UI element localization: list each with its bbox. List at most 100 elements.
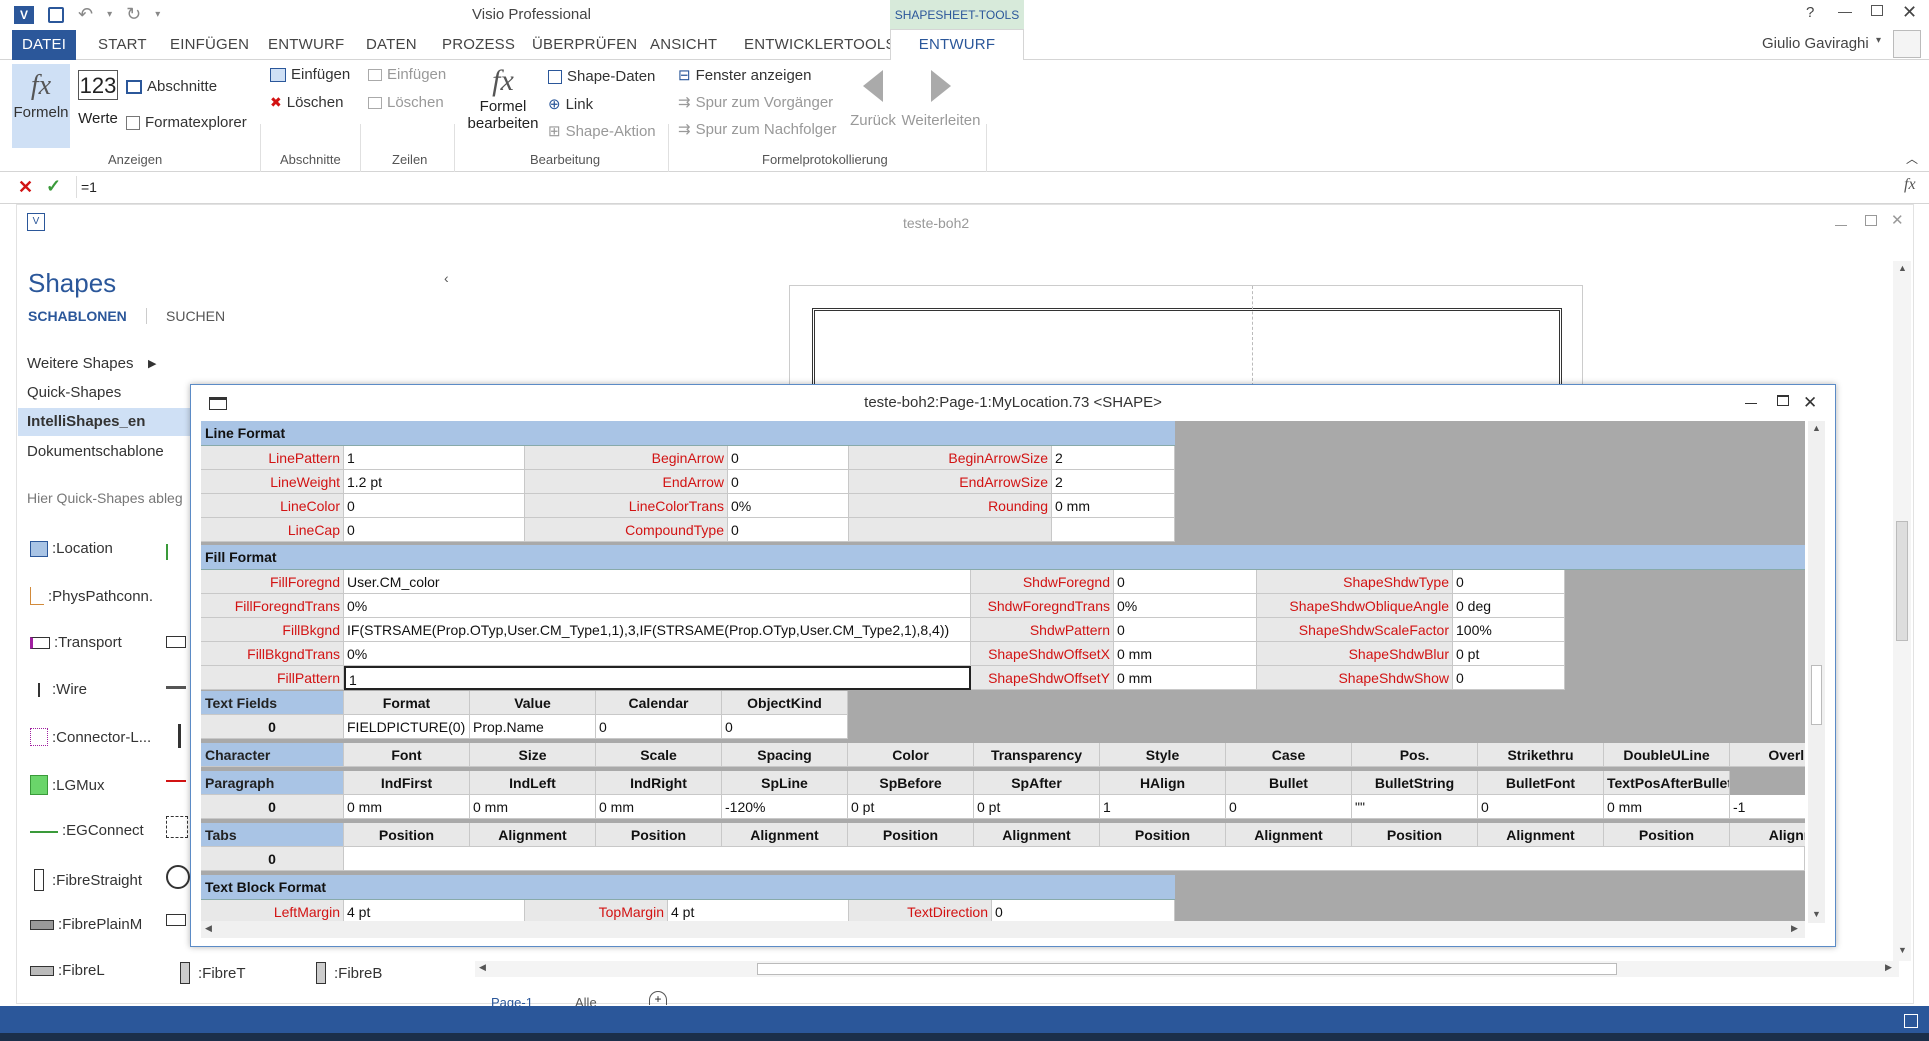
cell-value[interactable]: 0 mm — [596, 795, 722, 819]
doc-close-icon[interactable]: ✕ — [1891, 211, 1904, 229]
spur-nachfolger-button[interactable]: ⇉ Spur zum Nachfolger — [678, 120, 836, 139]
cell-value[interactable]: 0 pt — [974, 795, 1100, 819]
formel-bearbeiten-button[interactable]: fx Formel bearbeiten — [464, 64, 542, 132]
stencil-connector[interactable]: :Connector-L... — [30, 728, 151, 746]
cell-value[interactable]: 0 — [728, 446, 849, 470]
cell-value[interactable]: 0 deg — [1453, 594, 1565, 618]
section-line-format[interactable]: Line Format — [201, 421, 1175, 446]
stencil-fibret[interactable]: :FibreT — [176, 962, 246, 984]
stencil-egconnect[interactable]: :EGConnect — [30, 822, 144, 839]
cell-value[interactable]: 0 mm — [470, 795, 596, 819]
drawing-hscroll[interactable]: ◀ ▶ — [475, 961, 1899, 977]
cell-value[interactable]: 0 mm — [1052, 494, 1175, 518]
tab-schablonen[interactable]: SCHABLONEN — [28, 308, 127, 324]
hscroll-thumb[interactable] — [757, 963, 1617, 975]
cell-value[interactable]: 0% — [344, 594, 971, 618]
add-page-icon[interactable]: + — [649, 991, 667, 1006]
cell-value[interactable]: 1 — [344, 666, 971, 690]
stencil-physpathconn[interactable]: :PhysPathconn. — [30, 587, 153, 605]
cell-format[interactable]: FIELDPICTURE(0) — [344, 715, 470, 739]
tab-ansicht[interactable]: ANSICHT — [640, 30, 727, 60]
shapesheet-hscroll[interactable]: ◀ ▶ — [201, 921, 1805, 938]
scroll-up-icon[interactable]: ▲ — [1812, 423, 1821, 433]
cell-value[interactable]: 0 — [344, 518, 525, 542]
tab-datei[interactable]: DATEI — [12, 30, 76, 60]
cell-value[interactable]: 0 — [728, 518, 849, 542]
cell-value[interactable]: -120% — [722, 795, 848, 819]
cell-value[interactable]: 4 pt — [344, 900, 525, 923]
cell-value[interactable]: 0 mm — [1114, 666, 1257, 690]
weiterleiten-button[interactable]: Weiterleiten — [900, 66, 982, 129]
scroll-thumb[interactable] — [1896, 521, 1908, 641]
abschnitte-button[interactable]: Abschnitte — [126, 78, 217, 95]
section-tabs[interactable]: Tabs — [201, 823, 344, 847]
tab-entwurf[interactable]: ENTWURF — [258, 30, 354, 60]
collapse-pane-icon[interactable]: ‹ — [444, 270, 449, 286]
save-icon[interactable] — [48, 6, 64, 23]
cell-objectkind[interactable]: 0 — [722, 715, 848, 739]
accept-formula-icon[interactable]: ✓ — [46, 176, 61, 197]
drawing-vscroll[interactable]: ▲ ▼ — [1893, 261, 1911, 961]
drawing-page[interactable] — [789, 285, 1583, 388]
tab-einfuegen[interactable]: EINFÜGEN — [160, 30, 259, 60]
zurueck-button[interactable]: Zurück — [850, 66, 896, 129]
cell-value[interactable]: 0% — [1114, 594, 1257, 618]
abschnitte-loeschen-button[interactable]: ✖ Löschen — [270, 94, 343, 111]
sidebar-item-intellishapes[interactable]: IntelliShapes_en — [18, 408, 190, 436]
ribbon-display-options-icon[interactable] — [1838, 12, 1852, 13]
spur-vorgaenger-button[interactable]: ⇉ Spur zum Vorgänger — [678, 93, 833, 112]
scroll-right-icon[interactable]: ▶ — [1885, 962, 1892, 973]
tab-entwicklertools[interactable]: ENTWICKLERTOOLS — [734, 30, 906, 60]
cell-value[interactable]: -1 — [1730, 795, 1805, 819]
cell-value[interactable]: 1 — [1100, 795, 1226, 819]
shapesheet-vscroll[interactable]: ▲ ▼ — [1808, 421, 1825, 923]
zeilen-einfuegen-button[interactable]: Einfügen — [368, 66, 446, 83]
customize-qat-icon[interactable]: ▾ — [155, 9, 160, 20]
cell-value[interactable]: 0 — [728, 470, 849, 494]
cell-value[interactable]: "" — [1352, 795, 1478, 819]
ss-close-icon[interactable]: ✕ — [1803, 385, 1817, 421]
scroll-down-icon[interactable]: ▼ — [1812, 909, 1821, 919]
cell-value[interactable]: 0 — [1114, 618, 1257, 642]
section-character[interactable]: Character — [201, 743, 344, 767]
scroll-right-icon[interactable]: ▶ — [1791, 923, 1798, 934]
cell-value[interactable]: 0 pt — [1453, 642, 1565, 666]
sidebar-item-quick-shapes[interactable]: Quick-Shapes — [18, 379, 190, 407]
scroll-up-icon[interactable]: ▲ — [1898, 263, 1907, 273]
doc-maximize-icon[interactable] — [1865, 215, 1877, 226]
stencil-transport[interactable]: :Transport — [30, 634, 122, 651]
sidebar-item-dokumentschablone[interactable]: Dokumentschablone — [18, 438, 190, 466]
shape-aktion-button[interactable]: ⊞ Shape-Aktion — [548, 122, 656, 141]
close-icon[interactable]: ✕ — [1902, 2, 1917, 23]
stencil-wire[interactable]: :Wire — [30, 681, 87, 698]
restore-icon[interactable] — [1871, 5, 1883, 16]
zeilen-loeschen-button[interactable]: Löschen — [368, 94, 444, 111]
cell-value[interactable]: 0 — [1453, 666, 1565, 690]
cell-value[interactable]: 0 — [344, 494, 525, 518]
cell-value[interactable]: 1 — [344, 446, 525, 470]
section-text-block-format[interactable]: Text Block Format — [201, 875, 1175, 900]
cell-value[interactable]: 0 pt — [848, 795, 974, 819]
stencil-lgmux[interactable]: :LGMux — [30, 775, 105, 795]
scroll-down-icon[interactable]: ▼ — [1898, 945, 1907, 955]
cell-value[interactable]: 0 mm — [1114, 642, 1257, 666]
section-text-fields[interactable]: Text Fields — [201, 691, 344, 715]
link-button[interactable]: ⊕ Link — [548, 95, 593, 114]
cell-value[interactable]: 1.2 pt — [344, 470, 525, 494]
cell-value[interactable]: 0% — [344, 642, 971, 666]
cancel-formula-icon[interactable]: ✕ — [18, 177, 33, 198]
user-name[interactable]: Giulio Gaviraghi — [1762, 35, 1869, 52]
formula-input[interactable]: =1 — [76, 176, 1896, 198]
tab-start[interactable]: START — [88, 30, 157, 60]
cell-calendar[interactable]: 0 — [596, 715, 722, 739]
redo-icon[interactable]: ↻ — [126, 4, 141, 25]
cell-value[interactable]: 0 — [992, 900, 1175, 923]
user-dropdown-icon[interactable]: ▾ — [1876, 35, 1881, 46]
fenster-anzeigen-button[interactable]: ⊟ Fenster anzeigen — [678, 66, 811, 85]
cell-value[interactable] — [1052, 518, 1175, 542]
cell-value[interactable]: 100% — [1453, 618, 1565, 642]
cell-value[interactable]: 0 — [1453, 570, 1565, 594]
scroll-left-icon[interactable]: ◀ — [205, 923, 212, 934]
stencil-fibrestraight[interactable]: :FibreStraight — [30, 869, 142, 891]
cell-value[interactable]: 4 pt — [668, 900, 849, 923]
